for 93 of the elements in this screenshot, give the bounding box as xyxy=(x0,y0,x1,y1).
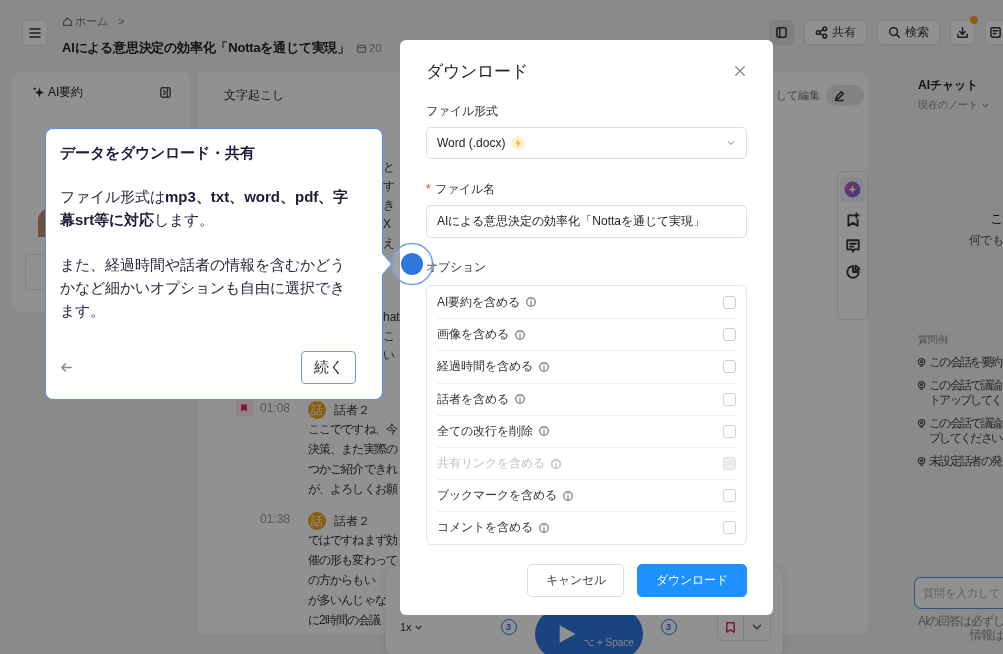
checkbox[interactable] xyxy=(723,392,736,406)
info-icon xyxy=(525,296,538,309)
lightbulb-icon xyxy=(916,418,927,429)
info-icon xyxy=(514,393,526,406)
checkbox[interactable] xyxy=(723,328,736,342)
home-icon xyxy=(62,15,73,27)
document-title: AIによる意思決定の効率化「Nottaを通じて実現」 xyxy=(62,39,351,57)
info-icon xyxy=(550,457,562,470)
speaker-avatar: 話 xyxy=(308,512,326,530)
popover-text: ファイル形式はmp3、txt、word、pdf、字幕srt等に対応します。 xyxy=(60,187,350,230)
popover-text: また、経過時間や話者の情報を含むかどうかなど細かいオプションも自由に選択できます。 xyxy=(60,255,346,321)
example-question[interactable]: この会話を要約 xyxy=(916,355,1003,370)
speaker-avatar: 話 xyxy=(308,401,326,419)
breadcrumb-separator: > xyxy=(118,15,125,27)
notes-button[interactable] xyxy=(985,20,1003,45)
pie-chart-icon[interactable] xyxy=(844,264,861,280)
field-label: ファイル形式 xyxy=(426,103,499,120)
option-label: コメントを含める xyxy=(437,519,533,537)
greeting-text: こ xyxy=(989,210,1003,228)
sparkle-icon xyxy=(844,181,861,198)
option-label: 話者を含める xyxy=(437,390,509,408)
panel-title: AI要約 xyxy=(48,84,84,101)
bookmark-button[interactable] xyxy=(716,613,744,641)
cancel-button[interactable]: キャンセル xyxy=(527,563,624,597)
lightbulb-icon xyxy=(916,456,927,467)
rewind-button[interactable]: 3 xyxy=(500,619,517,635)
menu-icon xyxy=(28,26,42,40)
lightning-icon xyxy=(511,136,526,150)
option-label: AI要約を含める xyxy=(437,293,521,311)
info-icon xyxy=(538,521,550,534)
required-mark: * xyxy=(426,182,431,196)
forward-button[interactable]: 3 xyxy=(660,619,677,635)
info-icon xyxy=(514,328,526,341)
option-label: ブックマークを含める xyxy=(437,487,557,505)
transcript-text: と す き X え xyxy=(383,159,396,252)
info-icon xyxy=(562,489,574,502)
chat-title: AIチャット xyxy=(918,77,979,94)
comment-icon[interactable] xyxy=(844,238,861,254)
option-label: 画像を含める xyxy=(437,326,509,344)
back-arrow-icon[interactable] xyxy=(60,361,73,374)
date-text: 20 xyxy=(369,42,382,54)
speaker-name: 話者２ xyxy=(334,401,370,419)
checkbox[interactable] xyxy=(723,360,736,374)
lightbulb-icon xyxy=(916,380,927,391)
chevron-icon xyxy=(726,138,736,148)
next-button[interactable]: 続く xyxy=(301,351,356,384)
download-icon xyxy=(956,26,969,39)
panel-toggle-button[interactable] xyxy=(769,20,794,45)
option-label: 経過時間を含める xyxy=(437,358,533,376)
example-question[interactable]: 未設定話者の発 xyxy=(916,454,1003,469)
menu-button[interactable] xyxy=(22,20,48,46)
search-icon xyxy=(888,26,901,39)
option-label: 全ての改行を削除 xyxy=(437,422,533,440)
filename-field[interactable]: AIによる意思決定の効率化「Nottaを通じて実現」 xyxy=(426,205,747,238)
checkbox[interactable] xyxy=(723,489,736,503)
timestamp: 01:08 xyxy=(259,401,290,415)
checkbox[interactable] xyxy=(723,521,736,535)
example-question[interactable]: この会話で議論 プしてください xyxy=(916,416,1003,446)
transcript-text: hat こ い xyxy=(383,309,398,364)
bookmark-icon xyxy=(239,402,250,413)
checkbox[interactable] xyxy=(723,295,736,309)
document-icon xyxy=(989,26,1002,39)
field-label: ファイル名 xyxy=(434,181,495,198)
speed-dropdown[interactable]: 1x xyxy=(400,621,423,633)
greeting-text: 何でも xyxy=(967,232,1003,249)
share-button[interactable]: 共有 xyxy=(804,20,867,45)
checkbox[interactable] xyxy=(723,424,736,438)
edit-toggle[interactable] xyxy=(826,84,864,106)
search-button[interactable]: 検索 xyxy=(877,20,940,45)
bookmark-icon xyxy=(723,620,737,634)
timestamp: 01:38 xyxy=(259,512,290,526)
info-icon xyxy=(538,425,550,438)
format-select[interactable]: Word (.docx) xyxy=(426,127,747,159)
example-question[interactable]: この会話で議論 トアップしてく xyxy=(916,378,1003,408)
download-button[interactable]: ダウンロード xyxy=(637,563,747,597)
ai-button[interactable] xyxy=(840,177,865,202)
popover-title: データをダウンロード・共有 xyxy=(60,144,256,163)
panel-title: 文字起こし xyxy=(224,86,284,104)
dialog-title: ダウンロード xyxy=(426,60,528,83)
pencil-icon xyxy=(833,88,846,102)
lightbulb-icon xyxy=(916,357,927,368)
close-icon[interactable] xyxy=(734,65,746,77)
transcript-text: ここでですね、今 決策、また実際の つかご紹介できれ が、よろしくお願 xyxy=(308,421,397,498)
sidebar-icon xyxy=(775,26,788,39)
breadcrumb-link[interactable]: ホーム xyxy=(62,13,108,29)
sparkle-icon xyxy=(32,86,45,99)
edit-label: して編集 xyxy=(776,87,820,103)
speaker-name: 話者２ xyxy=(334,512,370,530)
info-icon xyxy=(538,360,550,373)
transcript-text: ではですねまず効 催の形も変わって の方からもい が多いんじゃな に2時間の会議 xyxy=(308,532,397,629)
collapse-icon[interactable] xyxy=(159,86,172,99)
share-icon xyxy=(815,26,828,39)
calendar-icon xyxy=(356,42,368,54)
